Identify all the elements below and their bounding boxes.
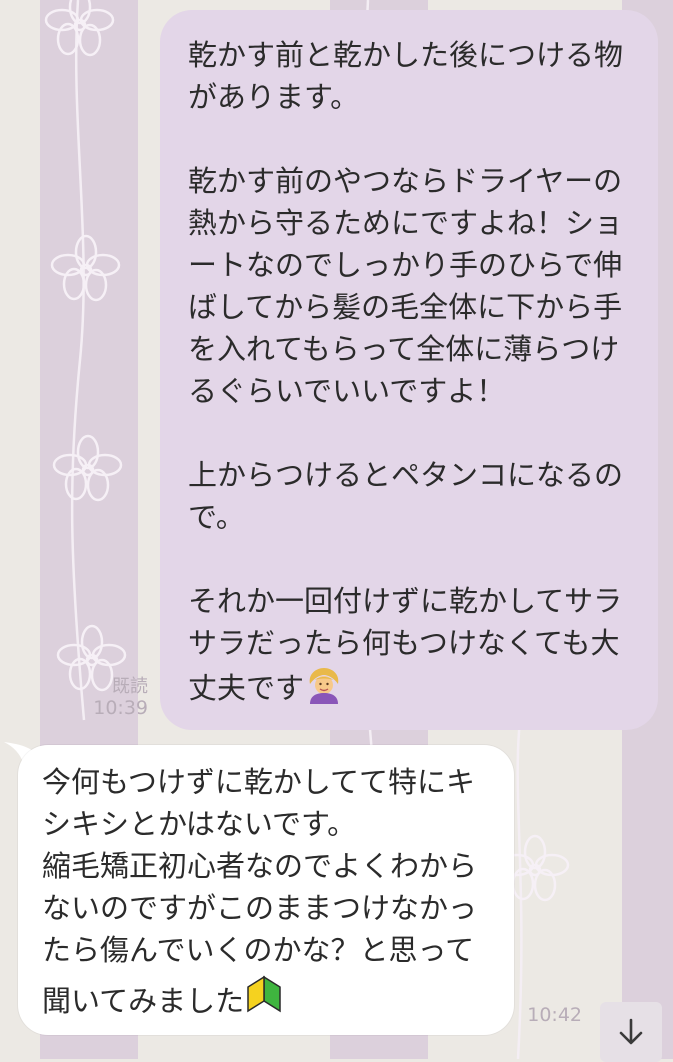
outgoing-message-text: 乾かす前と乾かした後につける物があります。 乾かす前のやつならドライヤーの熱から… <box>188 38 624 705</box>
incoming-message-time: 10:42 <box>527 1004 582 1026</box>
woman-gesturing-ok-icon <box>304 664 344 715</box>
read-receipt: 既読 <box>112 676 148 697</box>
incoming-message-bubble[interactable]: 今何もつけずに乾かしてて特にキシキシとかはないです。 縮毛矯正初心者なのでよくわ… <box>18 745 514 1035</box>
arrow-down-icon <box>619 1018 643 1045</box>
outgoing-message-bubble[interactable]: 乾かす前と乾かした後につける物があります。 乾かす前のやつならドライヤーの熱から… <box>160 10 658 730</box>
beginner-mark-icon <box>244 971 284 1028</box>
scroll-to-bottom-button[interactable] <box>600 1002 662 1062</box>
outgoing-message-time: 10:39 <box>93 697 148 719</box>
